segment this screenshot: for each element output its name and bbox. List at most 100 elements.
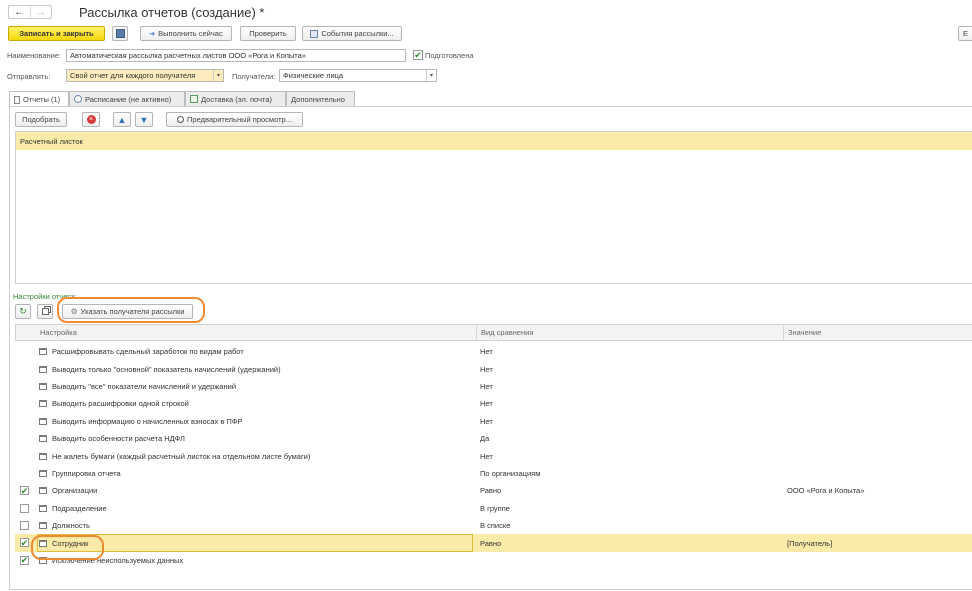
play-arrow-icon: ➔ (149, 30, 156, 38)
tab-additional[interactable]: Дополнительно (286, 91, 355, 106)
setting-name-cell: Выводить информацию о начисленных взноса… (39, 413, 471, 430)
tab-reports-label: Отчеты (1) (23, 95, 61, 104)
delete-icon: × (86, 115, 96, 124)
tab-additional-label: Дополнительно (291, 94, 345, 104)
copy-settings-button[interactable] (37, 304, 53, 319)
settings-table-header: Настройка Вид сравнения Значение (15, 324, 972, 341)
events-button[interactable]: События рассылки... (302, 26, 402, 41)
row-checkbox[interactable] (20, 503, 29, 513)
table-row[interactable]: Должность В списке (15, 517, 972, 534)
setting-icon (39, 382, 47, 390)
comparison-cell[interactable]: Равно (480, 534, 780, 551)
comparison-cell[interactable]: Нет (480, 360, 780, 377)
comparison-cell[interactable]: Нет (480, 395, 780, 412)
comparison-cell[interactable]: В группе (480, 500, 780, 517)
value-cell[interactable] (787, 430, 972, 447)
comparison-cell[interactable]: Нет (480, 378, 780, 395)
move-down-button[interactable]: ▼ (135, 112, 153, 127)
table-row[interactable]: Группировка отчета По организациям (15, 465, 972, 482)
chevron-down-icon[interactable]: ▾ (213, 70, 223, 81)
settings-table-body: Расшифровывать сдельный заработок по вид… (0, 343, 972, 583)
tab-delivery[interactable]: Доставка (эл. почта) (185, 91, 286, 106)
table-row[interactable]: Расшифровывать сдельный заработок по вид… (15, 343, 972, 360)
setting-name-cell: Группировка отчета (39, 465, 471, 482)
row-checkbox[interactable]: ✔ (20, 538, 29, 548)
recipients-select-value: Физические лица (283, 71, 344, 80)
prepared-checkbox[interactable]: ✔ (413, 50, 423, 60)
setting-icon (39, 504, 47, 512)
comparison-cell[interactable]: Нет (480, 413, 780, 430)
clock-icon (74, 95, 82, 103)
reports-list[interactable]: Расчетный листок (15, 131, 972, 284)
magnifier-icon (177, 116, 185, 123)
refresh-icon: ↻ (19, 306, 27, 316)
name-input[interactable]: Автоматическая рассылка расчетных листов… (66, 49, 406, 62)
comparison-cell[interactable]: Равно (480, 482, 780, 499)
value-cell[interactable] (787, 395, 972, 412)
recipients-select[interactable]: Физические лица ▾ (279, 69, 437, 82)
value-cell[interactable] (787, 343, 972, 360)
send-select-value: Свой отчет для каждого получателя (70, 71, 196, 80)
check-button[interactable]: Проверить (240, 26, 296, 41)
name-label: Наименование: (7, 51, 62, 60)
table-row[interactable]: ✔ Исключение неиспользуемых данных (15, 552, 972, 569)
pick-button[interactable]: Подобрать (15, 112, 67, 127)
table-row[interactable]: Подразделение В группе (15, 500, 972, 517)
back-arrow-icon[interactable]: ← (9, 6, 31, 18)
table-row[interactable]: Выводить только "основной" показатель на… (15, 360, 972, 377)
comparison-cell[interactable]: Да (480, 430, 780, 447)
value-cell[interactable] (787, 378, 972, 395)
table-row[interactable]: ✔ Сотрудник Равно [Получатель] (15, 534, 972, 552)
chevron-down-icon[interactable]: ▾ (426, 70, 436, 81)
more-button[interactable]: Е (958, 26, 972, 41)
setting-name-cell: Должность (39, 517, 471, 534)
preview-button[interactable]: Предварительный просмотр... (166, 112, 303, 127)
setting-icon (39, 469, 47, 477)
value-cell[interactable] (787, 413, 972, 430)
setting-name: Выводить особенности расчета НДФЛ (52, 434, 185, 444)
value-cell[interactable] (787, 447, 972, 464)
value-cell[interactable] (787, 517, 972, 534)
value-cell[interactable]: ООО «Рога и Копыта» (787, 482, 972, 499)
setting-icon (39, 348, 47, 356)
table-row[interactable]: Выводить особенности расчета НДФЛ Да (15, 430, 972, 447)
send-select[interactable]: Свой отчет для каждого получателя ▾ (66, 69, 224, 82)
row-checkbox[interactable]: ✔ (20, 555, 29, 565)
move-up-button[interactable]: ▲ (113, 112, 131, 127)
table-row[interactable]: Не жалеть бумаги (каждый расчетный листо… (15, 447, 972, 464)
save-button[interactable] (112, 26, 128, 41)
setting-icon (39, 522, 47, 530)
table-row[interactable]: ✔ Организации Равно ООО «Рога и Копыта» (15, 482, 972, 499)
forward-arrow-icon[interactable]: → (31, 6, 52, 18)
setting-name: Выводить расшифровки одной строкой (52, 399, 189, 409)
comparison-cell[interactable]: В списке (480, 517, 780, 534)
setting-name: Выводить информацию о начисленных взноса… (52, 416, 243, 426)
setting-name: Группировка отчета (52, 468, 121, 478)
delete-button[interactable]: × (82, 112, 100, 127)
value-cell[interactable] (787, 465, 972, 482)
setting-name-cell: Расшифровывать сдельный заработок по вид… (39, 343, 471, 360)
table-row[interactable]: Выводить "все" показатели начислений и у… (15, 378, 972, 395)
value-cell[interactable]: [Получатель] (787, 534, 972, 551)
row-checkbox[interactable] (20, 521, 29, 530)
setting-name: Должность (52, 521, 90, 531)
value-cell[interactable] (787, 552, 972, 569)
table-row[interactable]: Выводить расшифровки одной строкой Нет (15, 395, 972, 412)
setting-name: Выводить "все" показатели начислений и у… (52, 381, 237, 391)
comparison-cell[interactable]: Нет (480, 447, 780, 464)
value-cell[interactable] (787, 500, 972, 517)
document-icon (14, 95, 20, 104)
row-checkbox[interactable]: ✔ (20, 486, 29, 496)
list-item[interactable]: Расчетный листок (16, 132, 972, 150)
setting-name: Расшифровывать сдельный заработок по вид… (52, 347, 244, 357)
value-cell[interactable] (787, 360, 972, 377)
comparison-cell[interactable]: По организациям (480, 465, 780, 482)
save-close-button[interactable]: Записать и закрыть (8, 26, 105, 41)
tab-reports[interactable]: Отчеты (1) (9, 91, 69, 107)
tab-schedule[interactable]: Расписание (не активно) (69, 91, 185, 106)
reset-settings-button[interactable]: ↻ (15, 304, 31, 319)
table-row[interactable]: Выводить информацию о начисленных взноса… (15, 413, 972, 430)
comparison-cell[interactable] (480, 552, 780, 569)
comparison-cell[interactable]: Нет (480, 343, 780, 360)
execute-now-button[interactable]: ➔ Выполнить сейчас (140, 26, 232, 41)
